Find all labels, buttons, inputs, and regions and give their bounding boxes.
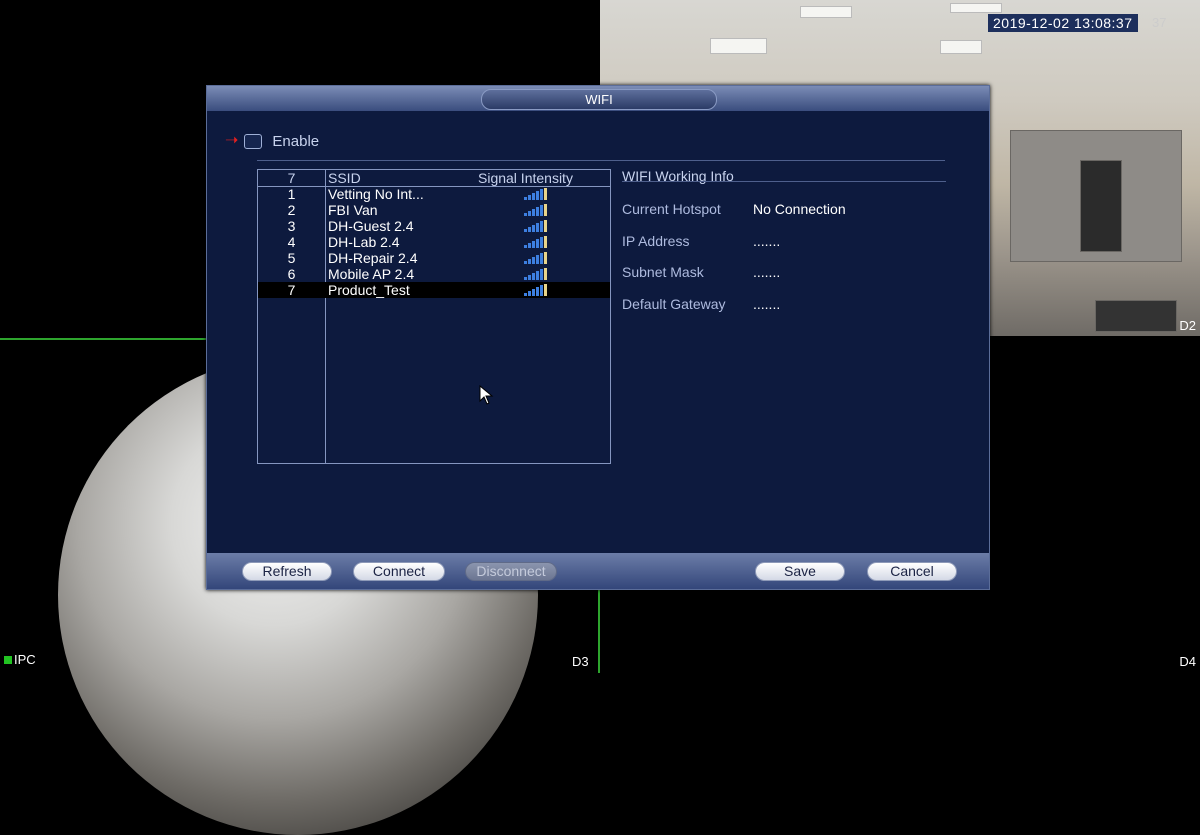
row-number: 1 [287, 186, 296, 202]
signal-bars-icon [524, 188, 547, 200]
row-ssid: FBI Van [328, 202, 378, 218]
table-row[interactable]: 4 DH-Lab 2.4 [258, 234, 610, 250]
ipc-status-icon [4, 656, 12, 664]
signal-bars-icon [524, 204, 547, 216]
table-row[interactable]: 1 Vetting No Int... [258, 186, 610, 202]
default-gateway-value: ....... [753, 296, 781, 312]
table-row[interactable]: 6 Mobile AP 2.4 [258, 266, 610, 282]
row-ssid: DH-Lab 2.4 [328, 234, 400, 250]
current-hotspot-value: No Connection [753, 201, 846, 217]
table-row[interactable]: 3 DH-Guest 2.4 [258, 218, 610, 234]
row-ssid: Vetting No Int... [328, 186, 424, 202]
signal-bars-icon [524, 268, 547, 280]
row-number: 2 [287, 202, 296, 218]
tile-label-d4: D4 [1179, 654, 1196, 669]
cancel-button[interactable]: Cancel [867, 562, 957, 581]
row-number: 4 [287, 234, 296, 250]
connect-button[interactable]: Connect [353, 562, 445, 581]
signal-bars-icon [524, 284, 547, 296]
table-row-selected[interactable]: 7 Product_Test [258, 282, 610, 298]
mouse-pointer-icon [479, 385, 494, 405]
save-button[interactable]: Save [755, 562, 845, 581]
row-ssid: DH-Repair 2.4 [328, 250, 418, 266]
divider [622, 181, 946, 182]
enable-row: ➝ Enable [225, 132, 319, 150]
divider [257, 160, 945, 161]
red-arrow-icon: ➝ [225, 132, 239, 149]
header-signal-intensity[interactable]: Signal Intensity [478, 170, 573, 186]
table-row[interactable]: 5 DH-Repair 2.4 [258, 250, 610, 266]
signal-bars-icon [524, 236, 547, 248]
timestamp-extra: 37 [1152, 15, 1167, 30]
subnet-mask-label: Subnet Mask [622, 264, 704, 280]
row-ssid: Mobile AP 2.4 [328, 266, 415, 282]
row-number: 5 [287, 250, 296, 266]
current-hotspot-label: Current Hotspot [622, 201, 721, 217]
enable-checkbox[interactable] [244, 133, 263, 149]
tile-label-d3: D3 [572, 654, 589, 669]
disconnect-button[interactable]: Disconnect [465, 562, 557, 581]
ipc-text: IPC [14, 652, 36, 667]
subnet-mask-value: ....... [753, 264, 781, 280]
row-ssid: Product_Test [328, 282, 410, 298]
ip-address-label: IP Address [622, 233, 690, 249]
default-gateway-label: Default Gateway [622, 296, 726, 312]
row-number: 7 [287, 282, 296, 298]
tile-label-ipc: IPC [4, 652, 36, 667]
list-header: 7 SSID Signal Intensity [258, 170, 610, 187]
tile-label-d2: D2 [1179, 318, 1196, 333]
ip-address-value: ....... [753, 233, 781, 249]
wifi-network-list[interactable]: 7 SSID Signal Intensity 1 Vetting No Int… [257, 169, 611, 464]
timestamp-overlay: 2019-12-02 13:08:37 [988, 14, 1138, 32]
enable-label: Enable [272, 132, 320, 150]
row-number: 3 [287, 218, 296, 234]
dialog-button-bar: Refresh Connect Disconnect Save Cancel [207, 553, 989, 589]
header-ssid[interactable]: SSID [328, 170, 361, 186]
dialog-title-bar[interactable]: WIFI [207, 86, 989, 111]
dialog-title: WIFI [481, 89, 717, 110]
header-count: 7 [287, 170, 296, 186]
row-number: 6 [287, 266, 296, 282]
row-ssid: DH-Guest 2.4 [328, 218, 414, 234]
signal-bars-icon [524, 252, 547, 264]
table-row[interactable]: 2 FBI Van [258, 202, 610, 218]
wifi-dialog: WIFI ➝ Enable 7 SSID Signal Intensity 1 … [206, 85, 990, 590]
refresh-button[interactable]: Refresh [242, 562, 332, 581]
signal-bars-icon [524, 220, 547, 232]
